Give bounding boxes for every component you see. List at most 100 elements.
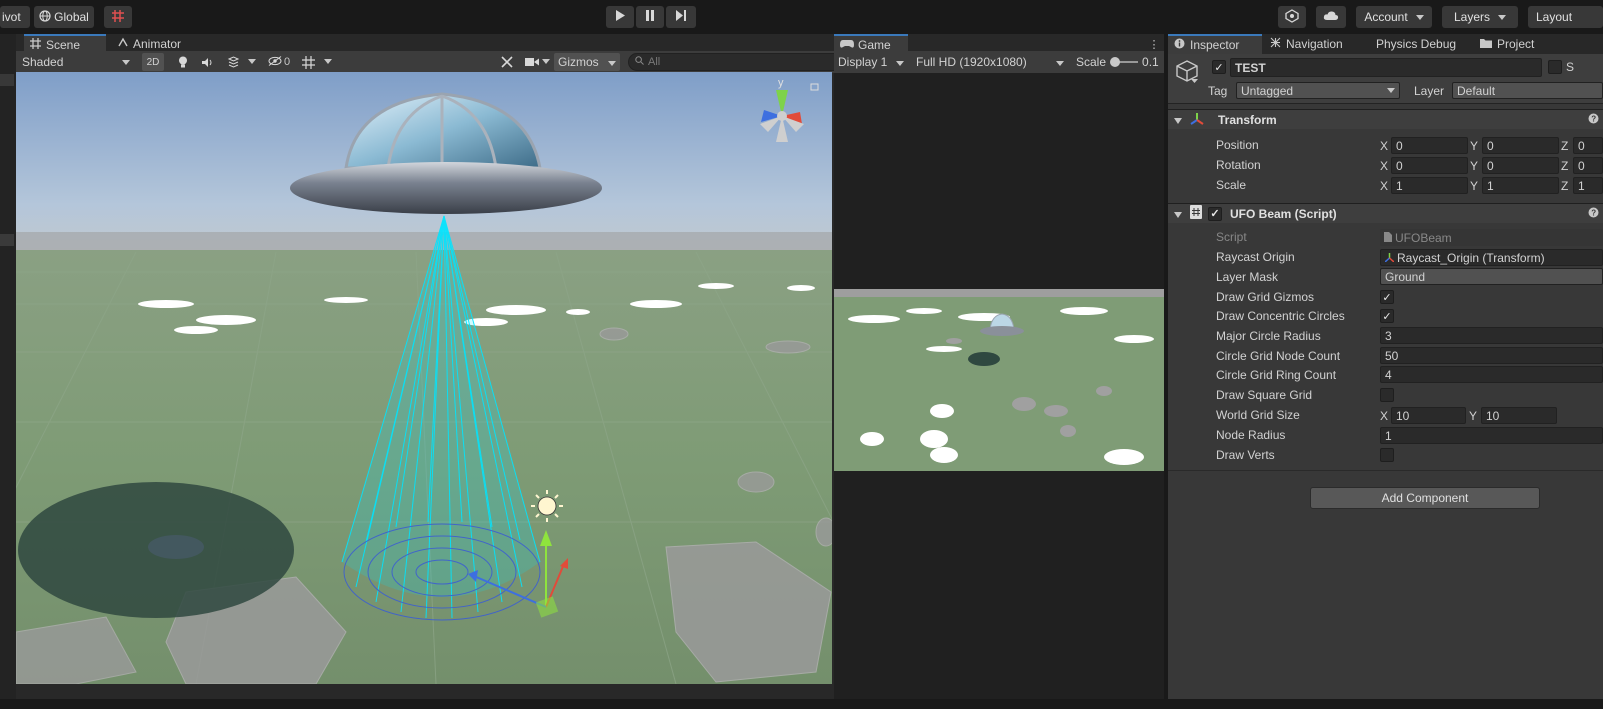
transform-x-axis-label[interactable]: X	[1380, 159, 1388, 173]
game-toolbar: Display 1 Full HD (1920x1080) Scale 0.1	[834, 51, 1164, 73]
globe-icon	[39, 9, 51, 25]
transform-x-axis-label[interactable]: X	[1380, 139, 1388, 153]
transform-header[interactable]: Transform ?	[1168, 109, 1603, 129]
icon-dropdown-icon[interactable]	[1190, 78, 1198, 84]
draw-verts-checkbox[interactable]	[1380, 448, 1394, 462]
static-checkbox[interactable]	[1548, 60, 1562, 74]
node-count-input[interactable]: 50	[1380, 347, 1603, 364]
transform-rotation-x-input[interactable]: 0	[1391, 157, 1468, 174]
scale-track[interactable]	[1110, 57, 1139, 67]
grid-snap-button[interactable]	[104, 6, 132, 28]
transform-y-axis-label[interactable]: Y	[1470, 159, 1478, 173]
major-radius-label: Major Circle Radius	[1216, 329, 1321, 343]
tab-project[interactable]: Project	[1474, 34, 1564, 54]
draw-square-checkbox[interactable]	[1380, 388, 1394, 402]
account-dropdown[interactable]: Account	[1356, 6, 1432, 28]
toggle-2d-button[interactable]: 2D	[142, 53, 164, 71]
pause-button[interactable]	[636, 6, 664, 28]
layout-dropdown[interactable]: Layout	[1528, 6, 1603, 28]
draw-concentric-checkbox[interactable]: ✓	[1380, 309, 1394, 323]
scene-viewport[interactable]: y	[16, 72, 832, 684]
tab-physics-debug[interactable]: Physics Debug	[1370, 34, 1476, 54]
layer-dropdown[interactable]: Default	[1452, 82, 1603, 99]
display-dropdown[interactable]: Display 1	[834, 53, 908, 71]
game-viewport[interactable]	[834, 289, 1164, 471]
global-toggle[interactable]: Global	[34, 6, 94, 28]
audio-toggle-icon[interactable]	[200, 55, 214, 69]
active-checkbox[interactable]: ✓	[1212, 60, 1226, 74]
transform-icon	[1190, 112, 1204, 128]
search-icon	[635, 56, 644, 68]
layer-mask-dropdown[interactable]: Ground	[1380, 268, 1603, 285]
tag-dropdown[interactable]: Untagged	[1236, 82, 1400, 99]
section-divider	[1168, 470, 1603, 471]
step-button[interactable]	[666, 6, 696, 28]
layers-dropdown[interactable]: Layers	[1442, 6, 1518, 28]
folder-icon	[1480, 37, 1492, 51]
game-menu-icon[interactable]: ⋮	[1149, 38, 1160, 51]
hidden-objects-toggle[interactable]: 0	[266, 55, 292, 69]
effects-toggle-icon[interactable]	[226, 55, 240, 69]
object-name-input[interactable]: TEST	[1230, 58, 1542, 77]
transform-rotation-z-input[interactable]: 0	[1573, 157, 1603, 174]
help-icon[interactable]: ?	[1588, 207, 1599, 221]
cloud-button[interactable]	[1316, 6, 1346, 28]
add-component-button[interactable]: Add Component	[1310, 487, 1540, 509]
camera-icon[interactable]	[524, 55, 540, 69]
transform-y-axis-label[interactable]: Y	[1470, 179, 1478, 193]
transform-rotation-y-input[interactable]: 0	[1482, 157, 1559, 174]
ring-count-input[interactable]: 4	[1380, 366, 1603, 383]
transform-scale-x-input[interactable]: 1	[1391, 177, 1468, 194]
strip-item[interactable]	[0, 234, 14, 246]
play-button[interactable]	[606, 6, 634, 28]
effects-dropdown-icon[interactable]	[248, 56, 256, 66]
major-radius-input[interactable]: 3	[1380, 327, 1603, 344]
tag-label: Tag	[1208, 84, 1228, 98]
world-grid-y-input[interactable]: 10	[1481, 407, 1557, 424]
ufo-beam-title: UFO Beam (Script)	[1230, 206, 1337, 221]
resolution-dropdown[interactable]: Full HD (1920x1080)	[912, 53, 1068, 71]
script-file-icon	[1384, 231, 1392, 245]
node-radius-input[interactable]: 1	[1380, 427, 1603, 444]
object-header: ✓ TEST S Tag Untagged Layer Default	[1168, 54, 1603, 104]
transform-z-axis-label[interactable]: Z	[1561, 139, 1568, 153]
grid-dropdown-icon[interactable]	[324, 56, 332, 66]
transform-scale-label: Scale	[1216, 178, 1247, 192]
transform-position-z-input[interactable]: 0	[1573, 137, 1603, 154]
transform-scale-z-input[interactable]: 1	[1573, 177, 1603, 194]
transform-scale-y-input[interactable]: 1	[1482, 177, 1559, 194]
draw-grid-gizmos-checkbox[interactable]: ✓	[1380, 290, 1394, 304]
pivot-toggle[interactable]: ivot	[0, 6, 30, 28]
scene-render: y	[16, 72, 832, 684]
transform-y-axis-label[interactable]: Y	[1470, 139, 1478, 153]
raycast-origin-field[interactable]: Raycast_Origin (Transform)	[1380, 249, 1603, 266]
tab-inspector[interactable]: Inspector	[1168, 34, 1262, 54]
bottom-status-bar	[0, 699, 1603, 709]
navigation-icon	[1270, 37, 1281, 51]
help-icon[interactable]: ?	[1588, 113, 1599, 127]
display-label: Display 1	[838, 55, 888, 69]
transform-z-axis-label[interactable]: Z	[1561, 179, 1568, 193]
gizmos-dropdown[interactable]: Gizmos	[554, 53, 620, 71]
transform-position-y-input[interactable]: 0	[1482, 137, 1559, 154]
strip-button[interactable]	[0, 74, 14, 86]
shading-mode-dropdown[interactable]: Shaded	[18, 53, 134, 71]
tools-icon[interactable]	[500, 55, 514, 69]
major-radius-value: 3	[1385, 328, 1392, 343]
world-grid-x-input[interactable]: 10	[1391, 407, 1466, 424]
scene-search-input[interactable]: All	[628, 53, 846, 71]
grid-toggle-icon[interactable]	[300, 55, 316, 69]
transform-position-x-input[interactable]: 0	[1391, 137, 1468, 154]
script-enabled-checkbox[interactable]: ✓	[1208, 206, 1222, 221]
scale-handle[interactable]	[1110, 57, 1121, 67]
transform-z-axis-label[interactable]: Z	[1561, 159, 1568, 173]
shading-label: Shaded	[22, 55, 64, 69]
scale-slider[interactable]: Scale 0.1	[1072, 53, 1164, 71]
tab-navigation[interactable]: Navigation	[1264, 34, 1366, 54]
ufo-beam-header[interactable]: ✓ UFO Beam (Script) ?	[1168, 203, 1603, 223]
transform-x-axis-label[interactable]: X	[1380, 179, 1388, 193]
lighting-toggle-icon[interactable]	[176, 55, 190, 69]
account-label: Account	[1364, 10, 1408, 24]
camera-dropdown-icon[interactable]	[542, 56, 550, 66]
collab-button[interactable]	[1278, 6, 1306, 28]
